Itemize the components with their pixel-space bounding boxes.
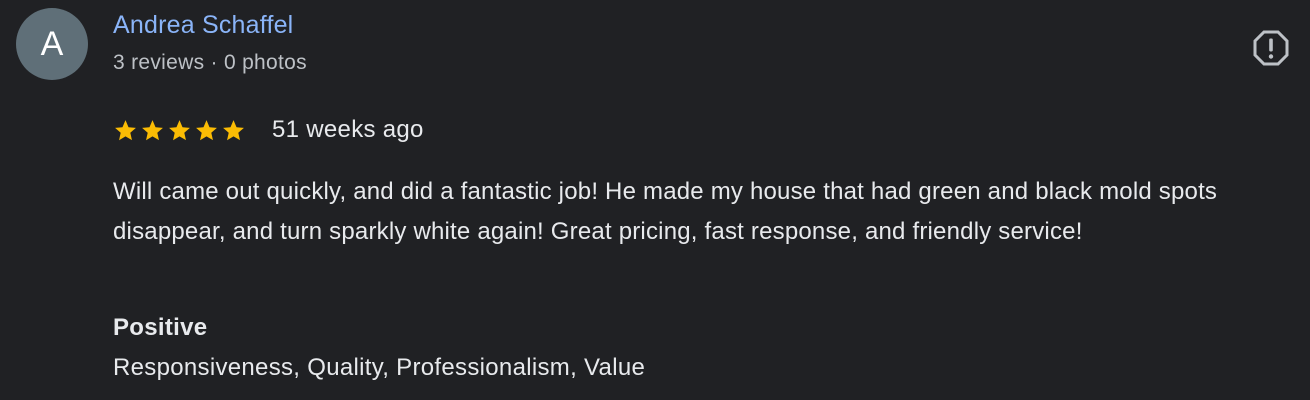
star-icon: [196, 119, 217, 140]
review-text: Will came out quickly, and did a fantast…: [113, 178, 1218, 245]
report-flag-icon: [1253, 30, 1289, 66]
aspect-heading: Positive: [113, 314, 208, 341]
author-review-count: 3 reviews · 0 photos: [113, 51, 307, 74]
star-icon: [169, 119, 190, 140]
star-rating: [113, 118, 246, 143]
author-name-link[interactable]: Andrea Schaffel: [113, 11, 293, 40]
avatar[interactable]: A: [16, 8, 88, 80]
star-icon: [115, 119, 136, 140]
review-card: A Andrea Schaffel 3 reviews · 0 photos 5…: [0, 0, 1310, 400]
report-review-button[interactable]: [1252, 29, 1290, 67]
avatar-letter: A: [40, 24, 64, 63]
star-icon: [142, 119, 163, 140]
review-time: 51 weeks ago: [272, 116, 424, 143]
aspect-values: Responsiveness, Quality, Professionalism…: [113, 354, 646, 381]
star-icon: [223, 119, 244, 140]
rating-row: 51 weeks ago: [113, 114, 424, 146]
